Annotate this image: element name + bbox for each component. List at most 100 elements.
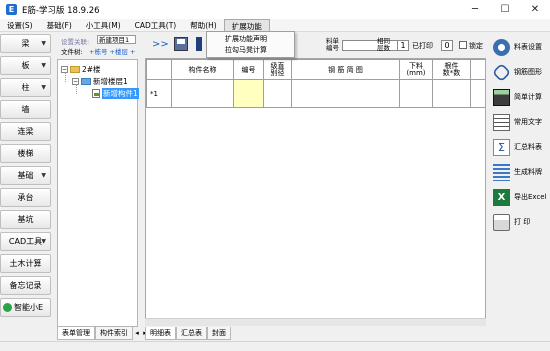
grid-scrollbar[interactable] bbox=[145, 318, 486, 326]
rebar-sheet-grid: 构件名称 编号 级直 别径 钢 筋 简 图 下料 (mm) 根件 数*数 根 *… bbox=[145, 58, 486, 326]
export-excel-label: 导出Excel bbox=[514, 193, 547, 201]
cell-count[interactable] bbox=[432, 79, 471, 108]
tree-node-building[interactable]: − 2#楼 bbox=[61, 64, 101, 75]
left-bottom-tabs: 表单管理 构件索引 ◂ ▸ bbox=[57, 327, 149, 340]
sheet-toolbar: >> 料单 编号 相同 层数 1 已打印 0 锁定 bbox=[140, 34, 550, 58]
column-button[interactable]: 柱 ▼ bbox=[0, 78, 51, 97]
same-layers-label: 相同 层数 bbox=[377, 37, 390, 52]
tab-summary-sheet[interactable]: 汇总表 bbox=[176, 327, 207, 340]
menu-small-tools[interactable]: 小工具(M) bbox=[79, 19, 128, 31]
lock-checkbox[interactable] bbox=[459, 41, 467, 49]
row-label: *1 bbox=[146, 79, 172, 108]
tool-icon[interactable] bbox=[196, 37, 202, 51]
tree-component-label: 新增构件1 bbox=[102, 88, 139, 99]
dropdown-item-horse-stool-calc[interactable]: 拉勾马凳计算 bbox=[207, 45, 294, 56]
smart-e-label: 智能小E bbox=[14, 303, 44, 312]
cad-tools-label: CAD工具 bbox=[8, 237, 43, 246]
app-logo-icon: E bbox=[6, 4, 17, 15]
text-icon bbox=[493, 113, 510, 131]
same-layers-input[interactable]: 1 bbox=[397, 40, 409, 51]
summary-sheet-button[interactable]: Σ 汇总料表 bbox=[491, 136, 550, 158]
maximize-button[interactable]: ☐ bbox=[490, 0, 520, 19]
header-rebar-sketch: 钢 筋 简 图 bbox=[291, 59, 400, 80]
tab-component-index[interactable]: 构件索引 bbox=[95, 327, 133, 340]
print-label: 打 印 bbox=[514, 218, 531, 226]
print-button[interactable]: 打 印 bbox=[491, 211, 550, 233]
project-select[interactable]: 新建项目1 bbox=[97, 35, 136, 44]
title-bar: E E筋-学习版 18.9.26 ─ ☐ ✕ bbox=[0, 0, 550, 19]
project-header: 设置关联: 新建项目1 文件树: +栋号 +楼层 + bbox=[57, 35, 138, 57]
folder-icon bbox=[70, 66, 80, 73]
civil-calc-button[interactable]: 土木计算 bbox=[0, 254, 51, 273]
cell-grade-diameter[interactable] bbox=[263, 79, 292, 108]
menu-help[interactable]: 帮助(H) bbox=[183, 19, 224, 31]
common-text-label: 常用文字 bbox=[514, 118, 542, 126]
sheet-settings-button[interactable]: 料表设置 bbox=[491, 36, 550, 58]
tree-node-component[interactable]: 新增构件1 bbox=[92, 88, 139, 99]
cell-bars[interactable] bbox=[470, 79, 485, 108]
printed-label: 已打印 bbox=[412, 42, 433, 50]
slab-button[interactable]: 板 ▼ bbox=[0, 56, 51, 75]
coupling-beam-button[interactable]: 连梁 bbox=[0, 122, 51, 141]
cad-tools-button[interactable]: CAD工具 ▼ bbox=[0, 232, 51, 251]
gear-icon bbox=[493, 38, 510, 56]
header-count: 根件 数*数 bbox=[432, 59, 471, 80]
tree-connector bbox=[65, 72, 66, 82]
wall-button[interactable]: 墙 bbox=[0, 100, 51, 119]
cell-rebar-sketch[interactable] bbox=[291, 79, 400, 108]
tool-panel: 料表设置 钢筋图形 简单计算 常用文字 Σ 汇总料表 生成料牌 X 导出Exce… bbox=[491, 36, 550, 236]
stairs-button[interactable]: 楼梯 bbox=[0, 144, 51, 163]
beam-label: 梁 bbox=[21, 39, 30, 48]
rebar-shape-icon bbox=[491, 62, 512, 82]
calculator-icon bbox=[493, 88, 510, 106]
dropdown-item-declaration[interactable]: 扩展功能声明 bbox=[207, 34, 294, 45]
tree-node-floor[interactable]: − 新增楼层1 bbox=[72, 76, 128, 87]
export-excel-button[interactable]: X 导出Excel bbox=[491, 186, 550, 208]
rebar-shapes-button[interactable]: 钢筋图形 bbox=[491, 61, 550, 83]
file-tree-options[interactable]: +栋号 +楼层 + bbox=[89, 46, 135, 56]
memo-button[interactable]: 备忘记录 bbox=[0, 276, 51, 295]
common-text-button[interactable]: 常用文字 bbox=[491, 111, 550, 133]
extensions-dropdown: 扩展功能声明 拉勾马凳计算 bbox=[206, 31, 295, 58]
project-label: 设置关联: bbox=[61, 38, 90, 46]
minimize-button[interactable]: ─ bbox=[460, 0, 490, 19]
sheet-code-input[interactable] bbox=[342, 40, 402, 51]
header-bars: 根 bbox=[470, 59, 485, 80]
header-code: 编号 bbox=[233, 59, 264, 80]
tab-detail-sheet[interactable]: 明细表 bbox=[145, 327, 176, 340]
simple-calc-button[interactable]: 简单计算 bbox=[491, 86, 550, 108]
chevron-down-icon: ▼ bbox=[41, 62, 46, 69]
save-icon[interactable] bbox=[174, 37, 188, 51]
expand-button[interactable]: >> bbox=[152, 39, 169, 50]
document-icon bbox=[92, 89, 100, 98]
foundation-button[interactable]: 基础 ▼ bbox=[0, 166, 51, 185]
window-title: E筋-学习版 18.9.26 bbox=[22, 5, 100, 16]
generate-tags-button[interactable]: 生成料牌 bbox=[491, 161, 550, 183]
close-button[interactable]: ✕ bbox=[520, 0, 550, 19]
column-label: 柱 bbox=[21, 83, 30, 92]
cell-component-name[interactable] bbox=[171, 79, 234, 108]
tree-floor-label: 新增楼层1 bbox=[93, 77, 128, 86]
tab-cover[interactable]: 封面 bbox=[207, 327, 231, 340]
cell-code[interactable] bbox=[233, 79, 264, 108]
menu-basic[interactable]: 基础(F) bbox=[40, 19, 79, 31]
smart-e-icon bbox=[3, 303, 12, 312]
tab-scroll-left-icon[interactable]: ◂ bbox=[133, 327, 141, 340]
menu-extensions[interactable]: 扩展功能 bbox=[223, 19, 270, 31]
generate-tags-label: 生成料牌 bbox=[514, 168, 542, 176]
tree-connector bbox=[76, 84, 77, 94]
tab-sheet-management[interactable]: 表单管理 bbox=[57, 327, 95, 340]
menu-settings[interactable]: 设置(S) bbox=[0, 19, 40, 31]
beam-button[interactable]: 梁 ▼ bbox=[0, 34, 51, 53]
foundation-pit-button[interactable]: 基坑 bbox=[0, 210, 51, 229]
menu-cad-tools[interactable]: CAD工具(T) bbox=[128, 19, 184, 31]
file-tree-label: 文件树: bbox=[61, 48, 83, 56]
component-button-column: 梁 ▼ 板 ▼ 柱 ▼ 墙 连梁 楼梯 基础 ▼ 承台 基坑 CAD工具 ▼ 土木计算 备… bbox=[0, 34, 52, 320]
pile-cap-button[interactable]: 承台 bbox=[0, 188, 51, 207]
tree-root-label: 2#楼 bbox=[82, 65, 101, 74]
chevron-down-icon: ▼ bbox=[41, 238, 46, 245]
excel-icon: X bbox=[493, 188, 510, 206]
cell-cut-length[interactable] bbox=[399, 79, 433, 108]
smart-e-button[interactable]: 智能小E bbox=[0, 298, 51, 317]
printer-icon bbox=[493, 213, 510, 231]
